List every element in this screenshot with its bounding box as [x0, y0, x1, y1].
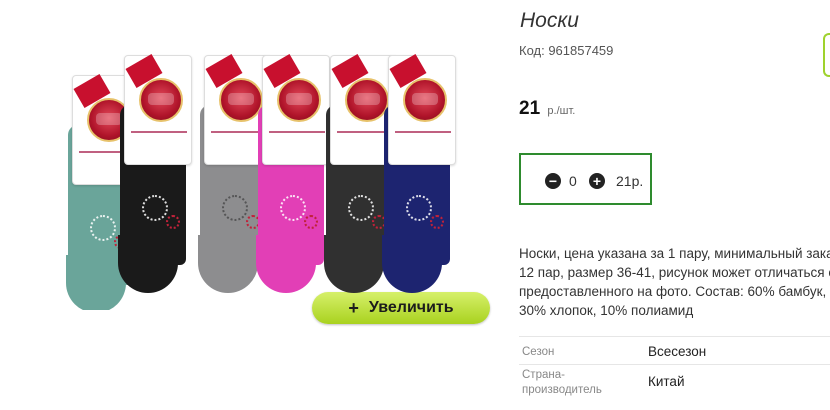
- flower-pattern: [280, 195, 306, 221]
- quantity-total: 21р.: [616, 173, 644, 189]
- plus-icon: +: [348, 297, 359, 318]
- spec-divider: [519, 336, 830, 337]
- sock-label-tag: [124, 53, 192, 165]
- product-photo[interactable]: [50, 45, 490, 310]
- zoom-button-label: Увеличить: [368, 299, 454, 316]
- product-description: Носки, цена указана за 1 пару, минимальн…: [519, 246, 830, 318]
- spec-value: Всесезон: [648, 344, 707, 359]
- spec-label: Страна-производитель: [522, 369, 602, 396]
- medal-logo: [139, 78, 183, 122]
- spec-divider: [519, 364, 830, 365]
- medal-logo: [277, 78, 321, 122]
- sock-foot: [382, 235, 442, 293]
- sock-foot: [118, 235, 178, 293]
- zoom-button[interactable]: + Увеличить: [312, 292, 490, 324]
- flower-pattern: [142, 195, 168, 221]
- flower-pattern: [304, 215, 318, 229]
- flower-pattern: [222, 195, 248, 221]
- product-code: Код: 961857459: [519, 43, 614, 58]
- sock-foot: [198, 235, 258, 293]
- side-panel-tab[interactable]: [823, 33, 830, 77]
- spec-value: Китай: [648, 374, 685, 389]
- medal-logo: [403, 78, 447, 122]
- sock-label-tag: [262, 53, 330, 165]
- quantity-widget: − 0 + 21р.: [519, 153, 652, 205]
- product-price: 21 р./шт.: [519, 98, 575, 120]
- sock-foot: [256, 235, 316, 293]
- price-unit: р./шт.: [547, 105, 576, 117]
- sock-foot: [66, 255, 126, 310]
- quantity-value[interactable]: 0: [569, 173, 577, 189]
- brand-logo: [131, 128, 187, 136]
- brand-logo: [269, 128, 325, 136]
- sock-label-tag: [388, 53, 456, 165]
- product-title: Носки: [520, 9, 579, 32]
- plus-button[interactable]: +: [589, 173, 605, 189]
- flower-pattern: [406, 195, 432, 221]
- sock-foot: [324, 235, 384, 293]
- brand-logo: [395, 128, 451, 136]
- medal-logo: [345, 78, 389, 122]
- flower-pattern: [348, 195, 374, 221]
- flower-pattern: [430, 215, 444, 229]
- flower-pattern: [166, 215, 180, 229]
- spec-label: Сезон: [522, 346, 555, 358]
- minus-button[interactable]: −: [545, 173, 561, 189]
- medal-logo: [219, 78, 263, 122]
- price-value: 21: [519, 98, 541, 119]
- flower-pattern: [90, 215, 116, 241]
